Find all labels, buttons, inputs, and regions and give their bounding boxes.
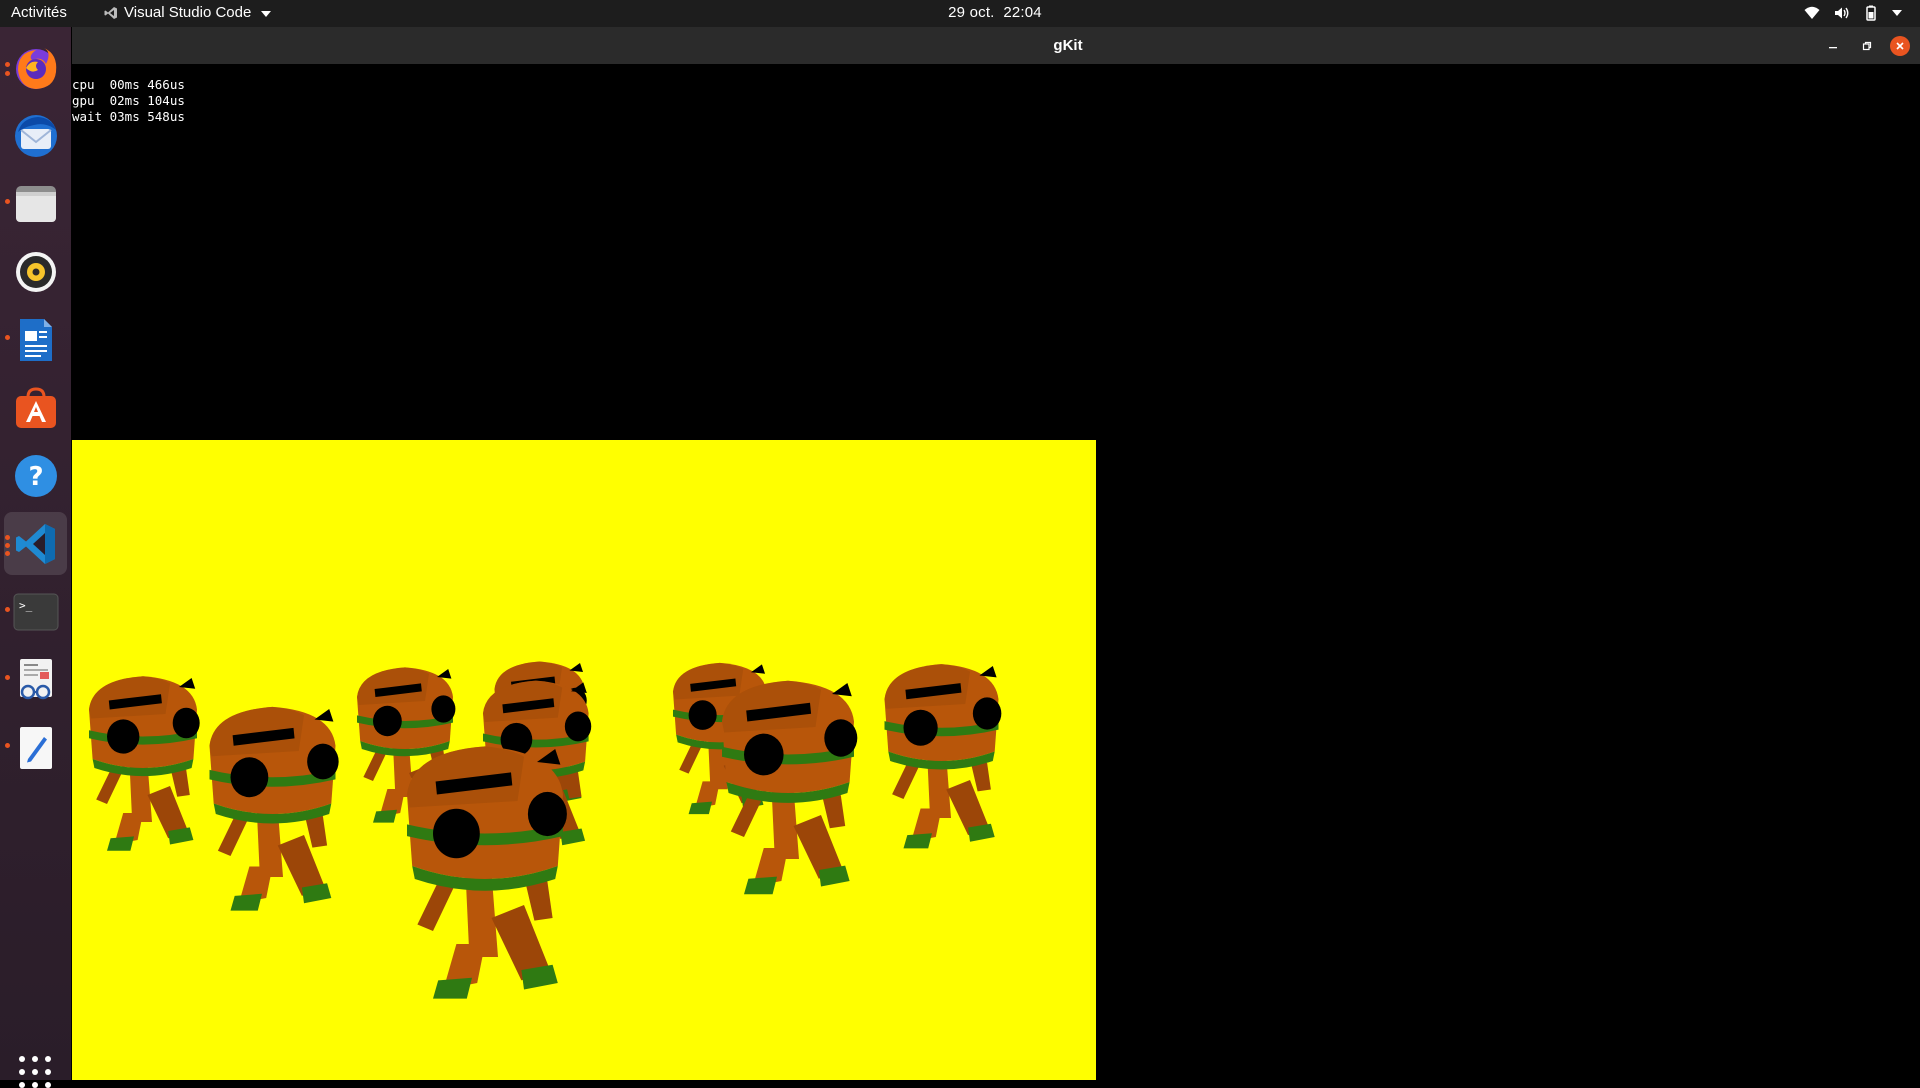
robot-figure [209,706,339,911]
dock-item-help[interactable]: ? [4,444,67,507]
running-indicator [5,607,10,612]
app-grid-dot [32,1082,38,1088]
running-indicator [5,335,10,340]
clock[interactable]: 29 oct. 22:04 [0,4,1920,21]
gkit-window: gKit cpu 00ms 466us gpu 02ms 104us wait 03… [72,27,1920,1080]
dock-item-document-viewer[interactable] [4,648,67,711]
help-icon: ? [14,454,57,497]
svg-text:?: ? [28,462,43,492]
system-menu-chevron-icon [1892,10,1902,16]
stat-gpu: gpu 02ms 104us [72,93,185,108]
battery-icon [1866,5,1876,21]
dock-item-files[interactable] [4,172,67,235]
dock-item-rhythmbox[interactable] [4,240,67,303]
show-applications-button[interactable] [19,1056,51,1088]
minimize-icon [1829,47,1837,49]
render-viewport[interactable] [72,440,1096,1080]
running-indicator [5,743,10,748]
dock-item-software[interactable] [4,376,67,439]
dock: ? >_ [0,27,71,1088]
app-grid-dot [19,1082,25,1088]
running-indicator [5,535,10,540]
clock-time: 22:04 [1003,4,1042,21]
close-icon [1896,42,1904,50]
robot-figure [722,680,858,895]
restore-button[interactable] [1857,36,1877,56]
dock-item-firefox[interactable] [4,36,67,99]
volume-icon [1835,7,1849,19]
rhythmbox-icon [15,251,56,292]
minimize-button[interactable] [1823,36,1843,56]
firefox-icon [15,47,56,89]
writer-icon [19,318,52,361]
vscode-icon [15,523,55,564]
close-button[interactable] [1890,36,1910,56]
files-icon [15,185,56,222]
app-grid-dot [32,1056,38,1062]
robot-scene [89,661,1002,999]
app-grid-dot [19,1069,25,1075]
dock-item-vscode[interactable] [4,512,67,575]
app-grid-icon [19,1056,25,1062]
window-title: gKit [1053,37,1083,54]
app-grid-dot [45,1082,51,1088]
running-indicator [5,543,10,548]
dock-item-libreoffice-writer[interactable] [4,308,67,371]
dock-item-text-editor[interactable] [4,716,67,779]
software-icon [15,386,56,428]
window-titlebar[interactable]: gKit [72,27,1920,64]
wifi-icon [1804,6,1820,19]
robot-figure [89,676,200,851]
stat-cpu: cpu 00ms 466us [72,77,185,92]
robot-figure [407,746,567,999]
top-bar: Activités Visual Studio Code 29 oct. 22:… [0,0,1920,27]
running-indicator [5,62,10,67]
restore-icon [1862,41,1872,51]
terminal-icon: >_ [13,593,58,630]
app-grid-dot [32,1069,38,1075]
stat-wait: wait 03ms 548us [72,109,185,124]
document-viewer-icon [19,658,52,699]
app-grid-dot [45,1056,51,1062]
svg-text:>_: >_ [19,599,33,612]
running-indicator [5,551,10,556]
system-tray[interactable] [1804,5,1902,21]
running-indicator [5,675,10,680]
robot-figure [884,664,1002,849]
running-indicator [5,199,10,204]
app-grid-dot [45,1069,51,1075]
timing-stats: cpu 00ms 466us gpu 02ms 104us wait 03ms 54… [72,77,185,125]
running-indicator [5,71,10,76]
text-editor-icon [19,726,52,769]
thunderbird-icon [14,114,57,157]
dock-item-thunderbird[interactable] [4,104,67,167]
clock-date: 29 oct. [948,4,995,21]
dock-item-terminal[interactable]: >_ [4,580,67,643]
